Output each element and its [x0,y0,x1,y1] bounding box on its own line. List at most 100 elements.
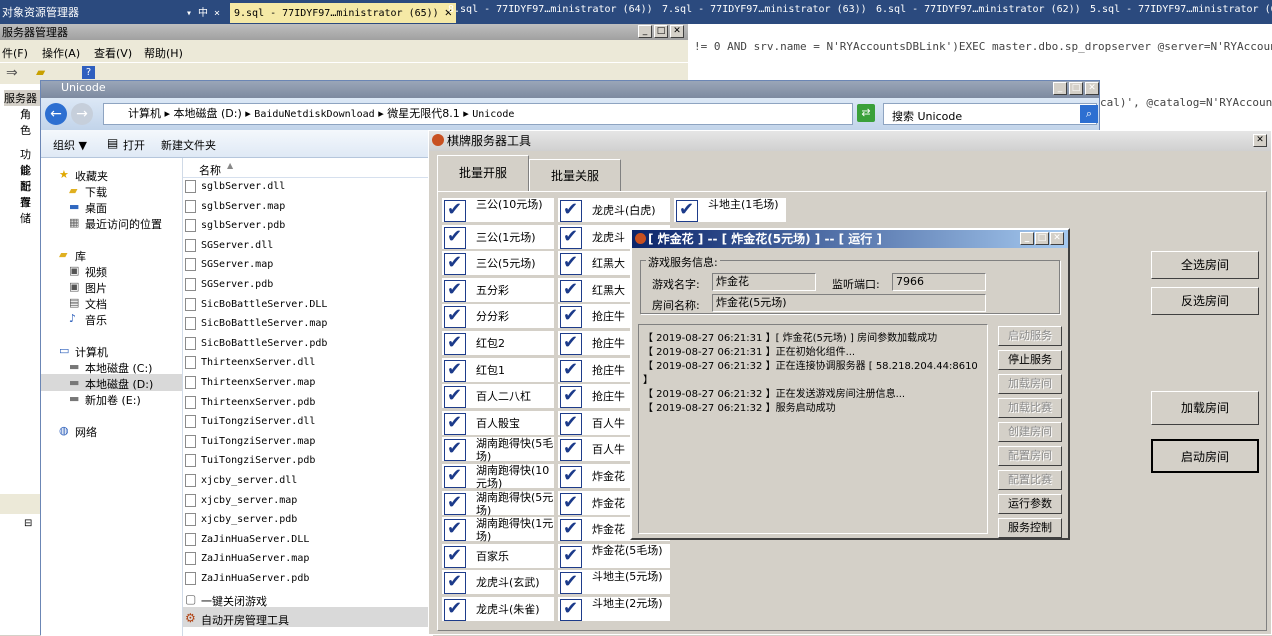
crumb-unicode[interactable]: Unicode [472,109,514,120]
checkbox-checked-icon[interactable] [560,571,582,595]
refresh-icon[interactable]: ⇄ [857,104,875,122]
checkbox-checked-icon[interactable] [444,545,466,568]
log-panel[interactable]: 【 2019-08-27 06:21:31 】[ 炸金花(5元场) ] 房间参数… [638,324,988,534]
checkbox-checked-icon[interactable] [444,252,466,276]
file-item[interactable]: ThirteenxServer.dll [201,357,315,368]
menu-action[interactable]: 操作(A) [42,45,80,61]
checkbox-checked-icon[interactable] [444,492,466,515]
checkbox-checked-icon[interactable] [560,438,582,462]
tab-5-sql[interactable]: 5.sql - 77IDYF97…ministrator (61) [1090,4,1272,15]
crumb-drive-d[interactable]: 本地磁盘 (D:) [174,107,242,120]
checkbox-checked-icon[interactable] [560,598,582,621]
minimize-icon[interactable]: _ [1020,232,1034,245]
file-item[interactable]: TuiTongziServer.map [201,436,315,447]
file-item[interactable]: TuiTongziServer.dll [201,416,315,427]
checkbox-checked-icon[interactable] [560,359,582,382]
nav-pictures[interactable]: 图片 [85,280,107,296]
room-checkbox[interactable]: 分分彩 [441,303,555,330]
maximize-icon[interactable]: □ [1069,82,1083,95]
splitter[interactable] [0,494,40,514]
nav-drive-e[interactable]: 新加卷 (E:) [85,392,141,408]
checkbox-checked-icon[interactable] [560,226,582,249]
room-checkbox[interactable]: 龙虎斗(朱雀) [441,596,555,622]
room-checkbox[interactable]: 斗地主(1毛场) [673,197,787,223]
tab-batch-close[interactable]: 批量关服 [529,159,621,191]
pin-controls[interactable]: ▾ 中 × [186,4,220,19]
checkbox-checked-icon[interactable] [444,305,466,329]
checkbox-checked-icon[interactable] [444,332,466,355]
open-button[interactable]: 打开 [123,137,145,153]
room-checkbox[interactable]: 三公(1元场) [441,223,555,250]
room-checkbox[interactable]: 三公(5元场) [441,250,555,277]
tab-6-sql[interactable]: 6.sql - 77IDYF97…ministrator (62)) [876,4,1081,15]
menu-file[interactable]: 件(F) [2,45,28,61]
menu-help[interactable]: 帮助(H) [144,45,183,61]
checkbox-checked-icon[interactable] [560,332,582,355]
checkbox-checked-icon[interactable] [560,252,582,276]
checkbox-checked-icon[interactable] [444,412,466,435]
nav-music[interactable]: 音乐 [85,312,107,328]
nav-documents[interactable]: 文档 [85,296,107,312]
load-room-button[interactable]: 加载房间 [998,374,1062,394]
nav-favorites[interactable]: 收藏夹 [75,168,108,184]
room-checkbox[interactable]: 炸金花(5毛场) [557,542,671,569]
tree-node-roles[interactable]: 角色 [20,106,40,138]
config-match-button[interactable]: 配置比赛 [998,470,1062,490]
tree-node-storage[interactable]: 存储 [20,194,40,226]
checkbox-checked-icon[interactable] [560,279,582,302]
address-breadcrumb[interactable]: 计算机 ▸ 本地磁盘 (D:) ▸ BaiduNetdiskDownload ▸… [103,103,853,125]
file-item[interactable]: ZaJinHuaServer.pdb [201,573,309,584]
room-checkbox[interactable]: 百人二八杠 [441,383,555,410]
file-item[interactable]: SicBoBattleServer.pdb [201,338,327,349]
file-item[interactable]: SGServer.dll [201,240,273,251]
room-checkbox[interactable]: 百家乐 [441,542,555,569]
minimize-icon[interactable]: _ [638,25,652,38]
nav-network[interactable]: 网络 [75,424,97,440]
crumb-baidu[interactable]: BaiduNetdiskDownload [254,109,374,120]
file-item[interactable]: SGServer.pdb [201,279,273,290]
column-header-name[interactable]: 名称 ▲ [183,158,433,178]
config-room-button[interactable]: 配置房间 [998,446,1062,466]
nav-videos[interactable]: 视频 [85,264,107,280]
checkbox-checked-icon[interactable] [560,545,582,568]
file-item[interactable]: xjcby_server.map [201,495,297,506]
file-item[interactable]: ZaJinHuaServer.DLL [201,534,309,545]
help-icon[interactable]: ? [82,66,95,79]
room-checkbox[interactable]: 湖南跑得快(1元场) [441,516,555,543]
file-item[interactable]: sglbServer.pdb [201,220,285,231]
close-icon[interactable]: ✕ [670,25,684,38]
room-checkbox[interactable]: 红包1 [441,356,555,383]
file-item[interactable]: xjcby_server.dll [201,475,297,486]
tree-node-server[interactable]: 服务器 [4,90,40,106]
start-service-button[interactable]: 启动服务 [998,326,1062,346]
crumb-weixing[interactable]: 微星无限代8.1 [387,107,460,120]
room-checkbox[interactable]: 三公(10元场) [441,197,555,223]
room-checkbox[interactable]: 龙虎斗(玄武) [441,569,555,596]
collapse-icon[interactable]: ⊟ [24,518,32,529]
file-item[interactable]: SicBoBattleServer.DLL [201,299,327,310]
invert-selection-button[interactable]: 反选房间 [1151,287,1259,315]
file-item[interactable]: sglbServer.dll [201,181,285,192]
new-folder-button[interactable]: 新建文件夹 [161,137,216,153]
nav-computer[interactable]: 计算机 [75,344,108,360]
room-checkbox[interactable]: 斗地主(5元场) [557,569,671,596]
file-item[interactable]: SGServer.map [201,259,273,270]
close-icon[interactable]: ✕ [1050,232,1064,245]
file-item[interactable]: sglbServer.map [201,201,285,212]
nav-drive-d[interactable]: 本地磁盘 (D:) [85,376,153,392]
checkbox-checked-icon[interactable] [444,279,466,302]
file-item[interactable]: ThirteenxServer.map [201,377,315,388]
close-icon[interactable]: ✕ [1085,82,1099,95]
maximize-icon[interactable]: □ [1035,232,1049,245]
organize-button[interactable]: 组织 ▼ [53,137,87,153]
file-item[interactable]: SicBoBattleServer.map [201,318,327,329]
back-icon[interactable]: ← [45,103,67,125]
load-rooms-button[interactable]: 加载房间 [1151,391,1259,425]
checkbox-checked-icon[interactable] [560,199,582,222]
checkbox-checked-icon[interactable] [444,199,466,222]
folder-icon[interactable]: ▰ [36,65,45,79]
run-params-button[interactable]: 运行参数 [998,494,1062,514]
room-checkbox[interactable]: 湖南跑得快(5毛场) [441,436,555,463]
forward-arrow-icon[interactable]: ⇒ [6,65,18,81]
checkbox-checked-icon[interactable] [560,412,582,435]
